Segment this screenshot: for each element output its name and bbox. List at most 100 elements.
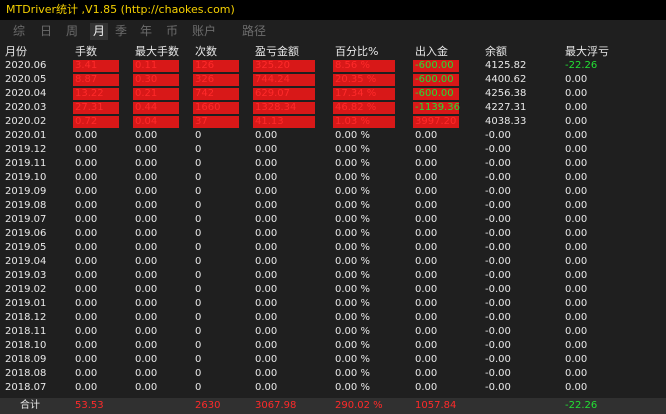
tab-daily[interactable]: 日 xyxy=(40,23,52,40)
tab-account[interactable]: 账户 xyxy=(192,23,216,40)
tab-quarterly[interactable]: 季 xyxy=(115,23,127,40)
table-row[interactable]: 2019.07 0.00 0.00 0 0.00 0.00 % 0.00 -0.00 0.00 xyxy=(0,213,666,227)
cell-lots: 0.00 xyxy=(75,270,98,281)
totals-trades: 2630 xyxy=(195,400,221,411)
cell-lots: 0.72 xyxy=(75,116,98,127)
cell-max-float-loss: 0.00 xyxy=(565,214,588,225)
table-row[interactable]: 2019.12 0.00 0.00 0 0.00 0.00 % 0.00 -0.00 0.00 xyxy=(0,143,666,157)
cell-deposit-withdraw: 0.00 xyxy=(415,256,438,267)
table-row[interactable]: 2018.09 0.00 0.00 0 0.00 0.00 % 0.00 -0.00 0.00 xyxy=(0,353,666,367)
cell-lots: 0.00 xyxy=(75,200,98,211)
cell-trades: 0 xyxy=(195,172,202,183)
tab-monthly[interactable]: 月 xyxy=(90,23,109,40)
cell-deposit-withdraw: -600.00 xyxy=(415,60,454,71)
cell-percent: 8.56 % xyxy=(335,60,370,71)
table-row[interactable]: 2020.02 0.72 0.04 37 41.13 1.03 % 3997.20 4038.… xyxy=(0,115,666,129)
tab-summary[interactable]: 综 xyxy=(13,23,25,40)
cell-month: 2020.04 xyxy=(5,88,47,99)
cell-month: 2018.09 xyxy=(5,354,47,365)
table-row[interactable]: 2020.03 27.31 0.44 1660 1328.34 46.82 % -1139.… xyxy=(0,101,666,115)
cell-max-lots: 0.00 xyxy=(135,158,158,169)
cell-percent: 0.00 % xyxy=(335,228,370,239)
cell-pnl: 0.00 xyxy=(255,172,278,183)
totals-row: 合计 53.53 2630 3067.98 290.02 % 1057.84 -… xyxy=(0,398,666,414)
cell-max-lots: 0.04 xyxy=(135,116,158,127)
table-row[interactable]: 2020.05 8.87 0.30 326 744.24 20.35 % -600.00 44… xyxy=(0,73,666,87)
cell-trades: 0 xyxy=(195,340,202,351)
window-title: MTDriver统计 ,V1.85 (http://chaokes.com) xyxy=(0,0,666,20)
cell-balance: -0.00 xyxy=(485,382,511,393)
cell-max-lots: 0.00 xyxy=(135,326,158,337)
cell-balance: 4256.38 xyxy=(485,88,527,99)
tab-weekly[interactable]: 周 xyxy=(66,23,78,40)
cell-lots: 8.87 xyxy=(75,74,98,85)
cell-max-float-loss: 0.00 xyxy=(565,158,588,169)
table-row[interactable]: 2018.07 0.00 0.00 0 0.00 0.00 % 0.00 -0.00 0.00 xyxy=(0,381,666,395)
cell-balance: 4227.31 xyxy=(485,102,527,113)
cell-lots: 13.22 xyxy=(75,88,104,99)
cell-balance: -0.00 xyxy=(485,354,511,365)
cell-max-float-loss: 0.00 xyxy=(565,326,588,337)
cell-pnl: 629.07 xyxy=(255,88,290,99)
cell-trades: 0 xyxy=(195,130,202,141)
table-row[interactable]: 2018.12 0.00 0.00 0 0.00 0.00 % 0.00 -0.00 0.00 xyxy=(0,311,666,325)
cell-lots: 0.00 xyxy=(75,228,98,239)
cell-trades: 0 xyxy=(195,144,202,155)
cell-month: 2018.10 xyxy=(5,340,47,351)
tab-path[interactable]: 路径 xyxy=(242,23,266,40)
table-row[interactable]: 2019.09 0.00 0.00 0 0.00 0.00 % 0.00 -0.00 0.00 xyxy=(0,185,666,199)
table-row[interactable]: 2019.01 0.00 0.00 0 0.00 0.00 % 0.00 -0.00 0.00 xyxy=(0,297,666,311)
cell-pnl: 0.00 xyxy=(255,382,278,393)
cell-max-float-loss: 0.00 xyxy=(565,130,588,141)
cell-balance: -0.00 xyxy=(485,270,511,281)
cell-trades: 37 xyxy=(195,116,208,127)
table-row[interactable]: 2018.10 0.00 0.00 0 0.00 0.00 % 0.00 -0.00 0.00 xyxy=(0,339,666,353)
cell-percent: 0.00 % xyxy=(335,200,370,211)
table-row[interactable]: 2019.08 0.00 0.00 0 0.00 0.00 % 0.00 -0.00 0.00 xyxy=(0,199,666,213)
cell-month: 2020.03 xyxy=(5,102,47,113)
cell-balance: -0.00 xyxy=(485,130,511,141)
table-row[interactable]: 2019.06 0.00 0.00 0 0.00 0.00 % 0.00 -0.00 0.00 xyxy=(0,227,666,241)
table-row[interactable]: 2019.04 0.00 0.00 0 0.00 0.00 % 0.00 -0.00 0.00 xyxy=(0,255,666,269)
cell-max-float-loss: 0.00 xyxy=(565,172,588,183)
tab-currency[interactable]: 币 xyxy=(166,23,178,40)
table-row[interactable]: 2018.11 0.00 0.00 0 0.00 0.00 % 0.00 -0.00 0.00 xyxy=(0,325,666,339)
cell-percent: 0.00 % xyxy=(335,368,370,379)
totals-label: 合计 xyxy=(20,400,40,411)
cell-month: 2019.11 xyxy=(5,158,47,169)
table-row[interactable]: 2019.10 0.00 0.00 0 0.00 0.00 % 0.00 -0.00 0.00 xyxy=(0,171,666,185)
table-row[interactable]: 2020.01 0.00 0.00 0 0.00 0.00 % 0.00 -0.00 0.00 xyxy=(0,129,666,143)
cell-trades: 0 xyxy=(195,228,202,239)
cell-max-lots: 0.00 xyxy=(135,284,158,295)
cell-percent: 0.00 % xyxy=(335,172,370,183)
table-header: 月份 手数 最大手数 次数 盈亏金额 百分比% 出入金 余额 最大浮亏 xyxy=(0,45,666,59)
table-row[interactable]: 2020.06 3.41 0.11 126 325.20 8.56 % -600.00 412… xyxy=(0,59,666,73)
cell-balance: -0.00 xyxy=(485,312,511,323)
table-row[interactable]: 2018.08 0.00 0.00 0 0.00 0.00 % 0.00 -0.00 0.00 xyxy=(0,367,666,381)
cell-max-lots: 0.00 xyxy=(135,214,158,225)
cell-pnl: 0.00 xyxy=(255,144,278,155)
cell-deposit-withdraw: 0.00 xyxy=(415,284,438,295)
table-row[interactable]: 2020.04 13.22 0.21 742 629.07 17.34 % -600.00 4… xyxy=(0,87,666,101)
table-row[interactable]: 2019.05 0.00 0.00 0 0.00 0.00 % 0.00 -0.00 0.00 xyxy=(0,241,666,255)
table-row[interactable]: 2019.11 0.00 0.00 0 0.00 0.00 % 0.00 -0.00 0.00 xyxy=(0,157,666,171)
cell-pnl: 0.00 xyxy=(255,130,278,141)
cell-percent: 0.00 % xyxy=(335,158,370,169)
tab-yearly[interactable]: 年 xyxy=(140,23,152,40)
cell-lots: 0.00 xyxy=(75,354,98,365)
cell-percent: 0.00 % xyxy=(335,312,370,323)
totals-deposit-withdraw: 1057.84 xyxy=(415,400,457,411)
cell-max-float-loss: 0.00 xyxy=(565,74,588,85)
cell-balance: -0.00 xyxy=(485,200,511,211)
cell-lots: 0.00 xyxy=(75,214,98,225)
cell-max-lots: 0.00 xyxy=(135,354,158,365)
table-row[interactable]: 2019.03 0.00 0.00 0 0.00 0.00 % 0.00 -0.00 0.00 xyxy=(0,269,666,283)
table-row[interactable]: 2019.02 0.00 0.00 0 0.00 0.00 % 0.00 -0.00 0.00 xyxy=(0,283,666,297)
cell-balance: -0.00 xyxy=(485,340,511,351)
cell-balance: -0.00 xyxy=(485,368,511,379)
cell-pnl: 0.00 xyxy=(255,298,278,309)
cell-max-lots: 0.00 xyxy=(135,172,158,183)
cell-balance: -0.00 xyxy=(485,326,511,337)
cell-lots: 0.00 xyxy=(75,382,98,393)
cell-balance: -0.00 xyxy=(485,298,511,309)
